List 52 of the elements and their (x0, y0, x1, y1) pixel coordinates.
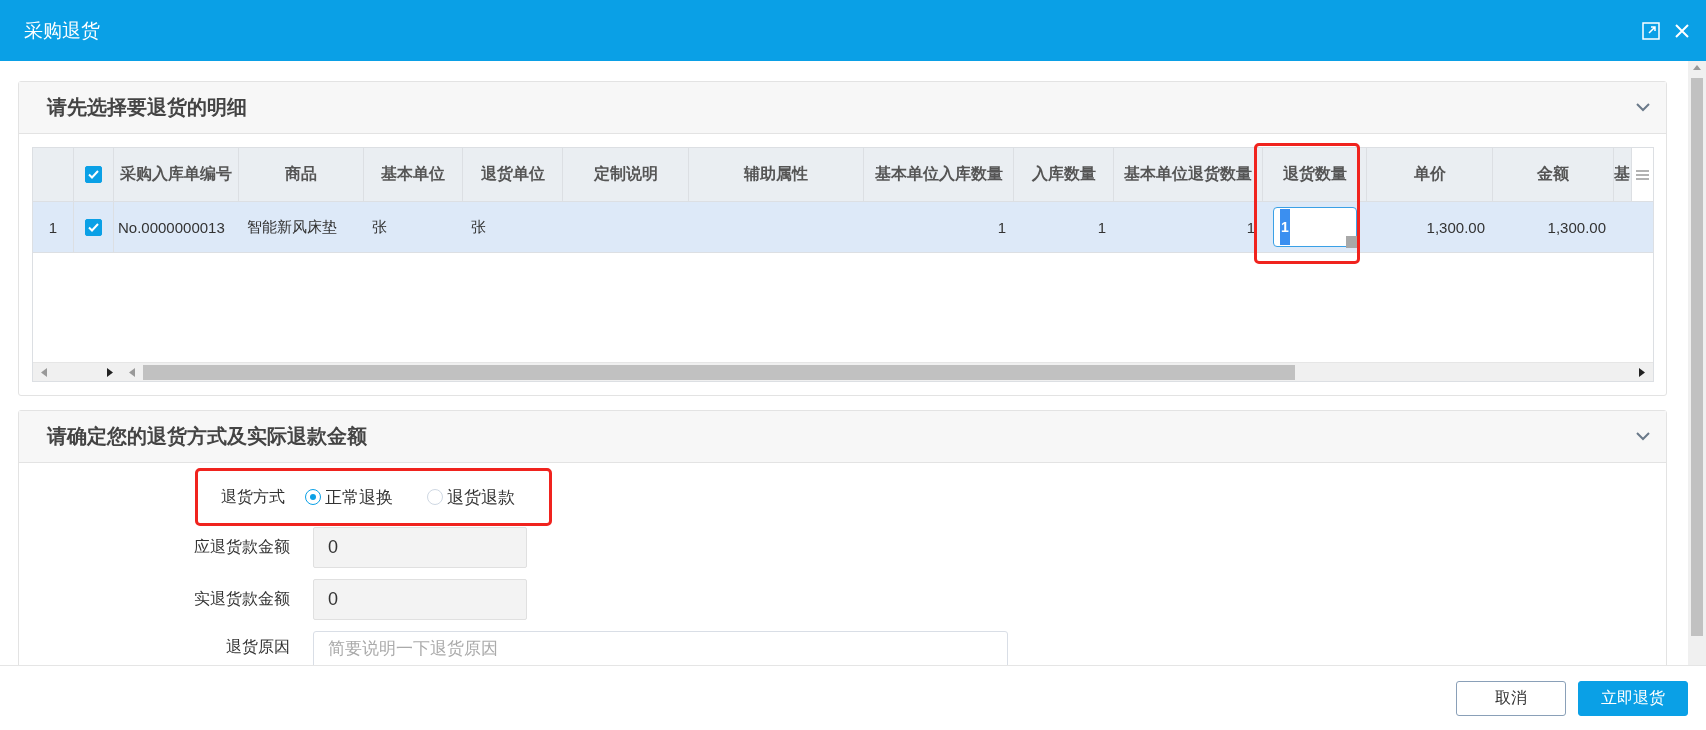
radio-option[interactable]: 退货退款 (427, 485, 515, 509)
scroll-right-icon[interactable] (1639, 367, 1645, 377)
column-header[interactable]: 退货数量 (1263, 148, 1367, 201)
check-icon (88, 222, 99, 232)
radio-option[interactable]: 正常退换 (305, 485, 393, 509)
column-header[interactable]: 商品 (239, 148, 364, 201)
close-icon[interactable] (1674, 22, 1690, 39)
amount-field[interactable]: 0 (313, 579, 527, 620)
column-header[interactable]: 采购入库单编号 (114, 148, 239, 201)
column-header[interactable]: 基本单位退货数量 (1114, 148, 1263, 201)
table-cell: 1 (997, 218, 1006, 236)
maximize-icon[interactable] (1642, 21, 1660, 40)
table-row[interactable]: 1 No.0000000013 智能新风床垫 张 张 1 1 1 1 1,300.00 1,300.00 (33, 202, 1653, 253)
field-label: 实退货款金额 (193, 589, 290, 609)
chevron-icon[interactable] (1636, 103, 1650, 112)
window-title: 采购退货 (24, 18, 101, 43)
scroll-right-icon[interactable] (107, 367, 113, 377)
column-header[interactable]: 基本单位 (364, 148, 463, 201)
column-header[interactable]: 退货单位 (463, 148, 563, 201)
scroll-up-icon[interactable] (1693, 65, 1701, 70)
scroll-left-icon[interactable] (129, 367, 135, 377)
panel-title: 请先选择要退货的明细 (47, 95, 248, 120)
check-icon (88, 170, 99, 179)
scroll-left-icon[interactable] (41, 367, 47, 377)
cancel-button[interactable]: 取消 (1456, 680, 1566, 716)
column-header[interactable]: 金额 (1493, 148, 1614, 201)
table-cell: 张 (471, 217, 486, 237)
column-header[interactable]: 定制说明 (563, 148, 689, 201)
column-header[interactable]: 基本单位入库数量 (864, 148, 1014, 201)
quantity-input[interactable]: 1 (1273, 207, 1357, 247)
table-cell: 1,300.00 (1547, 218, 1606, 236)
field-label: 退货原因 (225, 637, 290, 657)
chevron-icon[interactable] (1636, 432, 1650, 441)
row-checkbox[interactable] (85, 218, 102, 236)
column-header[interactable]: 基 (1614, 148, 1633, 201)
column-header[interactable]: 入库数量 (1014, 148, 1114, 201)
field-label: 应退货款金额 (193, 537, 290, 557)
field-label: 退货方式 (220, 486, 285, 507)
table-cell: 1 (1097, 218, 1106, 236)
reason-field[interactable]: 简要说明一下退货原因 (313, 631, 1008, 665)
column-header[interactable]: 辅助属性 (689, 148, 864, 201)
select-all-checkbox[interactable] (85, 166, 102, 183)
amount-field[interactable]: 0 (313, 527, 527, 568)
column-header[interactable]: 单价 (1367, 148, 1493, 201)
table-cell: 1,300.00 (1426, 218, 1485, 236)
table-cell: No.0000000013 (118, 218, 225, 236)
table-cell: 1 (1246, 218, 1255, 236)
menu-icon[interactable] (1636, 169, 1649, 180)
table-cell: 智能新风床垫 (247, 217, 337, 237)
row-number: 1 (33, 202, 74, 252)
panel-title: 请确定您的退货方式及实际退款金额 (47, 424, 368, 449)
table-cell: 张 (372, 217, 387, 237)
